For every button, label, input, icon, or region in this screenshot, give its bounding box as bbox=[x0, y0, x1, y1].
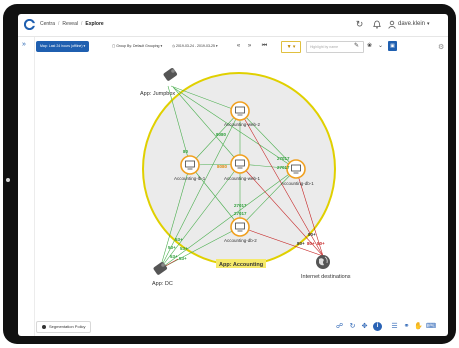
jumpbox-node[interactable] bbox=[163, 67, 178, 81]
asset-accounting-db-1[interactable] bbox=[286, 159, 306, 179]
network-map[interactable]: App: Jumpbox App: DC Internet destinatio… bbox=[18, 14, 448, 336]
port-label: 27017 bbox=[277, 156, 290, 161]
asset-label-db-1: Accounting-db-1 bbox=[281, 181, 314, 186]
keyboard-icon[interactable]: ⌨ bbox=[426, 322, 436, 331]
asset-label-lb-1: Accounting-lb-1 bbox=[174, 176, 206, 181]
tablet-camera-dot bbox=[6, 178, 10, 182]
share-icon[interactable]: ☍ bbox=[335, 322, 344, 331]
port-label: 53+ bbox=[180, 246, 188, 251]
asset-label-web-1: Accounting-web-1 bbox=[224, 176, 261, 181]
port-label: 27017 bbox=[234, 211, 247, 216]
port-label: 8080 bbox=[216, 132, 227, 137]
port-label: 80 bbox=[183, 149, 189, 154]
asset-accounting-lb-1[interactable] bbox=[180, 155, 200, 175]
rotate-icon[interactable]: ↻ bbox=[348, 322, 357, 331]
info-icon[interactable]: i bbox=[373, 322, 382, 331]
asset-accounting-db-2[interactable] bbox=[230, 217, 250, 237]
asset-accounting-web-1[interactable] bbox=[230, 154, 250, 174]
dc-label: App: DC bbox=[152, 281, 173, 287]
dc-node[interactable] bbox=[153, 261, 168, 275]
hand-icon[interactable]: ✋ bbox=[414, 322, 423, 331]
segmentation-policy-label: Segmentation Policy bbox=[49, 324, 86, 329]
port-label: 8080 bbox=[217, 164, 228, 169]
list-icon[interactable]: ☰ bbox=[390, 322, 399, 331]
move-icon[interactable]: ✥ bbox=[360, 322, 369, 331]
asset-accounting-web-2[interactable] bbox=[230, 101, 250, 121]
internet-label: Internet destinations bbox=[301, 274, 351, 280]
port-label: 80+ bbox=[307, 241, 315, 246]
port-label: 53+ bbox=[168, 245, 176, 250]
jumpbox-label: App: Jumpbox bbox=[140, 91, 175, 97]
port-label: 80+ bbox=[317, 241, 325, 246]
link-icon[interactable]: ⚭ bbox=[402, 322, 411, 331]
port-label: 27017 bbox=[234, 203, 247, 208]
policy-icon bbox=[42, 324, 46, 329]
asset-label-web-2: Accounting-web-2 bbox=[224, 122, 261, 127]
internet-globe-icon[interactable] bbox=[316, 255, 330, 269]
app-screen: Centra / Reveal / Explore ↻ dave.klein ▾ » Ma… bbox=[18, 14, 448, 336]
port-label: 53+ bbox=[170, 254, 178, 259]
bottom-bar: Segmentation Policy ☍ ↻ ✥ i ☰ ⚭ ✋ ⌨ bbox=[18, 317, 448, 336]
port-label: 80+ bbox=[297, 241, 305, 246]
port-label: 27017 bbox=[277, 165, 290, 170]
group-label[interactable]: App: Accounting bbox=[219, 262, 263, 268]
asset-label-db-2: Accounting-db-2 bbox=[224, 238, 257, 243]
port-label: 53+ bbox=[175, 237, 183, 242]
port-label: 53+ bbox=[179, 256, 187, 261]
port-label: 80+ bbox=[308, 232, 316, 237]
segmentation-policy-button[interactable]: Segmentation Policy bbox=[36, 321, 92, 333]
